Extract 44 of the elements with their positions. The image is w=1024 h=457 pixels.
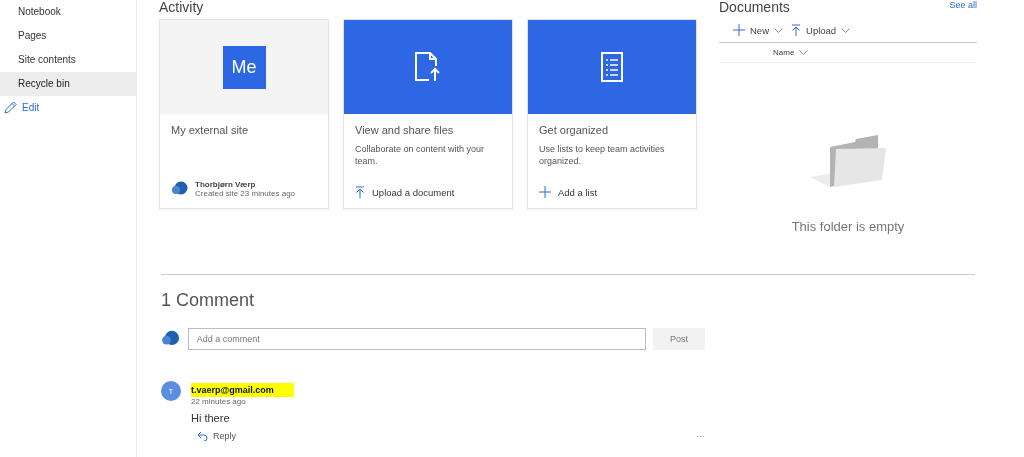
nav-item[interactable]: Site contents bbox=[0, 48, 136, 72]
author-name: Thorbjørn Værp bbox=[195, 180, 257, 189]
file-upload-icon bbox=[415, 52, 441, 82]
plus-icon bbox=[733, 24, 745, 36]
edit-link[interactable]: Edit bbox=[22, 102, 40, 113]
activity-card[interactable]: Me My external site Thorbjørn Værp Created site 23 minutes ago bbox=[159, 19, 329, 209]
activity-card[interactable]: View and share files Collaborate on content with your team. Upload a document bbox=[343, 19, 513, 209]
card-title: View and share files bbox=[355, 124, 455, 136]
post-button[interactable]: Post bbox=[652, 328, 705, 350]
toolbar-button[interactable]: Upload bbox=[791, 24, 851, 36]
toolbar-button[interactable]: New bbox=[733, 24, 783, 36]
card-action[interactable]: Upload a document bbox=[355, 186, 502, 198]
nav-item[interactable]: Recycle bin bbox=[0, 72, 136, 96]
list-icon bbox=[601, 52, 623, 82]
comment-time: 22 minutes ago bbox=[191, 397, 247, 406]
card-description: Use lists to keep team activities organized. bbox=[539, 143, 666, 167]
site-logo: Me bbox=[222, 45, 266, 89]
reply-button[interactable]: Reply bbox=[197, 431, 236, 441]
pencil-icon bbox=[4, 101, 17, 114]
see-all-link[interactable]: See all bbox=[949, 0, 977, 10]
card-action[interactable]: Add a list bbox=[539, 186, 686, 198]
upload-icon bbox=[791, 24, 801, 36]
chevron-down-icon bbox=[841, 27, 851, 33]
nav-item[interactable]: Notebook bbox=[0, 0, 136, 24]
created-time: Created site 23 minutes ago bbox=[195, 189, 296, 198]
comments-heading: 1 Comment bbox=[161, 289, 256, 311]
empty-folder-message: This folder is empty bbox=[791, 219, 905, 234]
empty-folder-icon bbox=[810, 135, 886, 189]
card-title: Get organized bbox=[539, 124, 610, 136]
reply-arrow-icon bbox=[197, 431, 208, 441]
plus-icon bbox=[539, 186, 551, 198]
section-heading: Documents bbox=[719, 0, 790, 16]
chevron-down-icon bbox=[774, 27, 783, 33]
section-heading: Activity bbox=[159, 0, 205, 16]
comment-input-field[interactable]: Add a comment bbox=[187, 328, 646, 350]
comment-text: Hi there bbox=[191, 412, 231, 424]
column-header[interactable]: Name bbox=[773, 48, 809, 57]
card-title: My external site bbox=[171, 124, 250, 136]
card-description: Collaborate on content with your team. bbox=[355, 143, 486, 167]
nav-item[interactable]: Pages bbox=[0, 24, 136, 48]
comment-author: t.vaerp@gmail.com bbox=[191, 383, 294, 397]
chevron-down-icon bbox=[799, 50, 809, 55]
activity-card[interactable]: Get organized Use lists to keep team activities organized. Add a list bbox=[527, 19, 697, 209]
upload-icon bbox=[355, 186, 365, 198]
